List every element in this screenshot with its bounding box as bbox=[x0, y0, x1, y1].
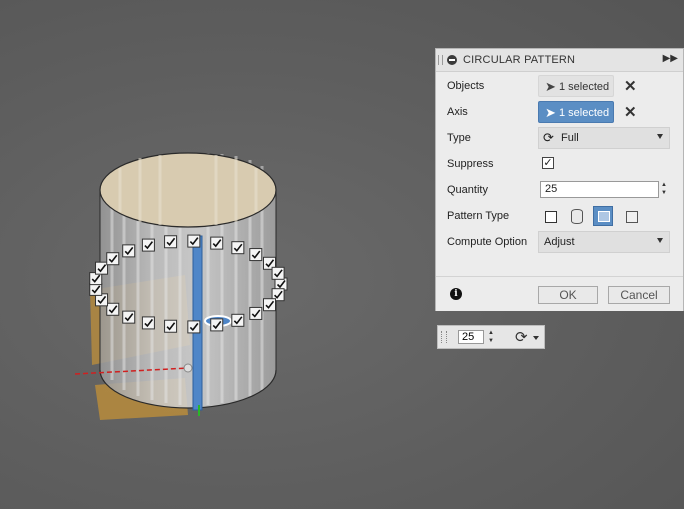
axis-value: 1 selected bbox=[559, 107, 610, 119]
pattern-instance-checkbox[interactable] bbox=[89, 282, 103, 296]
pattern-instance-checkbox[interactable] bbox=[164, 235, 178, 249]
pattern-instance-checkbox[interactable] bbox=[187, 234, 201, 248]
rotate-icon[interactable]: ⟳ bbox=[515, 328, 528, 346]
pattern-instance-checkbox[interactable] bbox=[141, 238, 155, 252]
pattern-type-label: Pattern Type bbox=[447, 210, 510, 222]
dialog-footer: i OK Cancel bbox=[436, 276, 683, 311]
pattern-type-faces-button[interactable] bbox=[540, 206, 560, 226]
checkmark-icon: ✓ bbox=[543, 157, 553, 169]
rotate-icon: ⟳ bbox=[543, 130, 554, 145]
axis-label: Axis bbox=[447, 106, 468, 118]
quantity-label: Quantity bbox=[447, 184, 488, 196]
chevron-down-icon bbox=[657, 238, 663, 243]
pattern-instance-checkbox[interactable] bbox=[106, 302, 120, 316]
axis-selector[interactable]: ➤ 1 selected bbox=[538, 101, 614, 123]
pattern-type-body-button[interactable] bbox=[566, 206, 586, 226]
close-icon[interactable]: ✕ bbox=[624, 103, 637, 121]
mini-quantity-input[interactable]: 25 bbox=[458, 330, 484, 344]
pattern-instance-checkbox[interactable] bbox=[231, 241, 245, 255]
cylinder-icon bbox=[571, 209, 583, 224]
pattern-instance-checkbox[interactable] bbox=[231, 313, 245, 327]
chevron-down-icon[interactable] bbox=[533, 336, 539, 340]
drag-handle-icon[interactable] bbox=[438, 55, 443, 65]
pattern-instance-checkbox[interactable] bbox=[210, 236, 224, 250]
dialog-header[interactable]: CIRCULAR PATTERN ▶▶ bbox=[436, 49, 683, 72]
pattern-type-components-button[interactable] bbox=[622, 206, 642, 226]
cancel-button[interactable]: Cancel bbox=[608, 286, 670, 304]
objects-selector[interactable]: ➤ 1 selected bbox=[538, 75, 614, 97]
info-icon[interactable]: i bbox=[450, 288, 462, 300]
expand-arrows-icon[interactable]: ▶▶ bbox=[663, 53, 678, 64]
pattern-instance-checkbox[interactable] bbox=[164, 319, 178, 333]
close-icon[interactable]: ✕ bbox=[624, 77, 637, 95]
compute-option-dropdown[interactable]: Adjust bbox=[538, 231, 670, 253]
cylinder-top[interactable] bbox=[99, 152, 277, 228]
chevron-down-icon bbox=[657, 134, 663, 139]
quantity-stepper[interactable]: ▲ ▼ bbox=[659, 181, 669, 198]
type-dropdown[interactable]: ⟳ Full bbox=[538, 127, 670, 149]
dialog-title: CIRCULAR PATTERN bbox=[463, 54, 576, 66]
compute-option-value: Adjust bbox=[544, 236, 575, 248]
pattern-instance-checkbox[interactable] bbox=[262, 298, 276, 312]
suppress-label: Suppress bbox=[447, 158, 494, 170]
pattern-instance-checkbox[interactable] bbox=[95, 261, 109, 275]
pattern-instance-checkbox[interactable] bbox=[122, 310, 136, 324]
objects-value: 1 selected bbox=[559, 81, 610, 93]
pattern-instance-checkbox[interactable] bbox=[249, 306, 263, 320]
circular-pattern-dialog: CIRCULAR PATTERN ▶▶ Objects ➤ 1 selected… bbox=[435, 48, 684, 311]
cursor-arrow-icon: ➤ bbox=[545, 79, 556, 94]
suppress-checkbox[interactable]: ✓ bbox=[542, 157, 554, 169]
pattern-instance-checkbox[interactable] bbox=[122, 244, 136, 258]
pattern-instance-checkbox[interactable] bbox=[271, 266, 285, 280]
cursor-arrow-icon: ➤ bbox=[545, 105, 556, 120]
mini-quantity-stepper[interactable]: ▲ ▼ bbox=[486, 329, 496, 345]
face-square-icon bbox=[545, 211, 557, 223]
features-icon bbox=[598, 211, 610, 222]
pattern-instance-checkbox[interactable] bbox=[187, 320, 201, 334]
compute-option-label: Compute Option bbox=[447, 236, 528, 248]
pattern-instance-checkbox[interactable] bbox=[210, 318, 224, 332]
pattern-instance-checkbox[interactable] bbox=[141, 316, 155, 330]
objects-label: Objects bbox=[447, 80, 485, 92]
pattern-type-features-button[interactable] bbox=[593, 206, 613, 226]
ok-button[interactable]: OK bbox=[538, 286, 598, 304]
pattern-instance-checkbox[interactable] bbox=[249, 248, 263, 262]
minus-circle-icon[interactable] bbox=[447, 55, 457, 65]
pattern-instance-checkbox[interactable] bbox=[106, 252, 120, 266]
quantity-mini-toolbar: 25 ▲ ▼ ⟳ bbox=[437, 325, 545, 349]
quantity-input[interactable]: 25 bbox=[540, 181, 659, 198]
cube-icon bbox=[626, 211, 638, 223]
type-label: Type bbox=[447, 132, 471, 144]
type-value: Full bbox=[561, 132, 579, 144]
drag-handle-icon[interactable] bbox=[441, 331, 447, 343]
